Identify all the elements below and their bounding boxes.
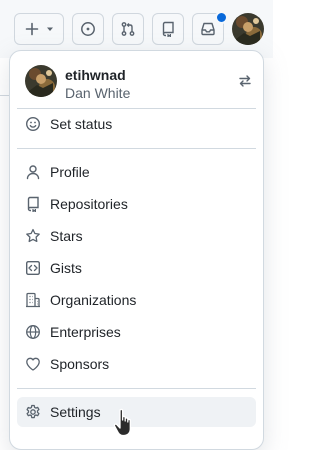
avatar [25, 65, 57, 97]
unread-notification-dot [215, 11, 228, 24]
user-menu: etihwnad Dan White Set status Profile Re… [9, 50, 264, 450]
code-square-icon [25, 260, 41, 276]
menu-item-gists[interactable]: Gists [17, 253, 256, 283]
menu-item-label: Enterprises [50, 324, 121, 340]
menu-item-label: Gists [50, 260, 82, 276]
menu-item-sponsors[interactable]: Sponsors [17, 349, 256, 379]
issue-opened-icon [80, 21, 96, 37]
inbox-icon [200, 21, 216, 37]
menu-item-label: Organizations [50, 292, 137, 308]
username: etihwnad [65, 67, 126, 83]
menu-item-label: Repositories [50, 196, 128, 212]
heart-icon [25, 356, 41, 372]
menu-item-label: Sponsors [50, 356, 110, 372]
menu-item-label: Stars [50, 228, 83, 244]
menu-item-profile[interactable]: Profile [17, 157, 256, 187]
star-icon [25, 228, 41, 244]
plus-icon [24, 21, 40, 37]
menu-item-set-status[interactable]: Set status [17, 109, 256, 139]
arrow-switch-icon [237, 73, 253, 94]
repo-icon [25, 196, 41, 212]
menu-item-enterprises[interactable]: Enterprises [17, 317, 256, 347]
smiley-icon [25, 116, 41, 132]
gear-icon [25, 404, 41, 420]
menu-divider [17, 148, 256, 149]
avatar[interactable] [232, 13, 264, 45]
menu-item-organizations[interactable]: Organizations [17, 285, 256, 315]
globe-icon [25, 324, 41, 340]
create-new-button[interactable] [14, 13, 64, 45]
triangle-down-icon [46, 25, 54, 33]
hand-pointer-cursor [112, 407, 136, 439]
pull-requests-button[interactable] [112, 13, 144, 45]
user-menu-header: etihwnad Dan White [25, 65, 251, 101]
menu-item-label: Set status [50, 116, 113, 132]
person-icon [25, 164, 41, 180]
menu-item-label: Profile [50, 164, 90, 180]
issues-button[interactable] [72, 13, 104, 45]
repo-icon [160, 21, 176, 37]
menu-item-repositories[interactable]: Repositories [17, 189, 256, 219]
organization-icon [25, 292, 41, 308]
menu-item-label: Settings [50, 404, 101, 420]
full-name: Dan White [65, 85, 131, 101]
git-pull-request-icon [120, 21, 136, 37]
menu-divider [17, 388, 256, 389]
menu-item-stars[interactable]: Stars [17, 221, 256, 251]
repositories-button[interactable] [152, 13, 184, 45]
menu-item-settings[interactable]: Settings [17, 397, 256, 427]
switch-account-button[interactable] [233, 71, 257, 95]
